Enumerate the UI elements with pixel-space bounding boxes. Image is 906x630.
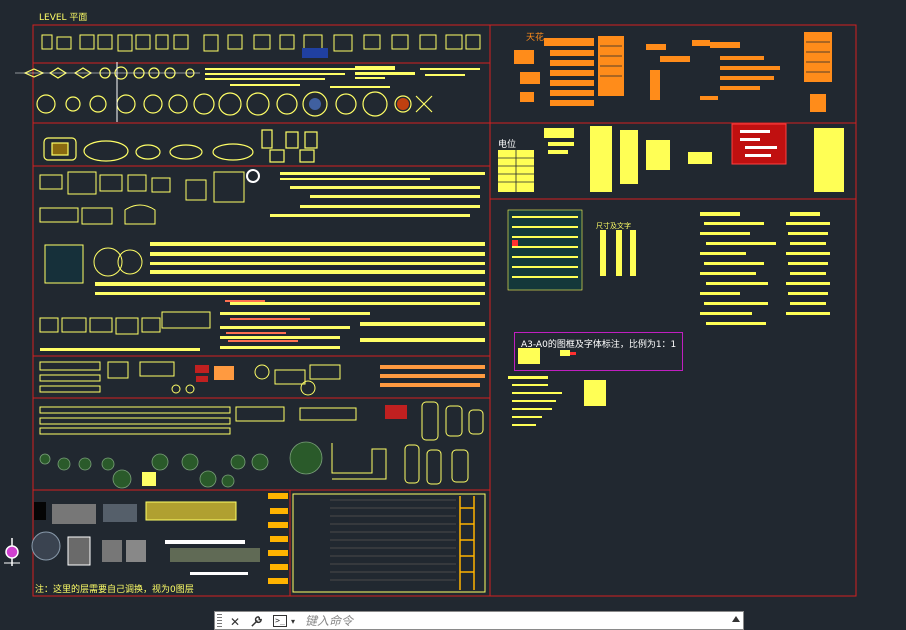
white-ring (246, 169, 260, 183)
command-prompt-icon[interactable]: >_ (273, 615, 287, 627)
round-table-fill (309, 98, 321, 110)
notes-text-columns (700, 212, 830, 325)
electrical-legend (498, 126, 844, 192)
ladder-symbol (459, 496, 475, 590)
level-title: LEVEL 平面 (39, 13, 88, 23)
command-input[interactable] (305, 613, 725, 629)
scale-note-text: A3-A0的图框及字体标注，比例为1：1 (521, 340, 677, 350)
dimensions-text-label: 尺寸及文字 (596, 222, 631, 230)
hatch-frame (292, 493, 486, 593)
chevron-down-icon[interactable]: ▾ (289, 613, 297, 630)
round-table-accent (397, 98, 409, 110)
plant-symbols (39, 441, 323, 489)
red-small-symbols (225, 300, 310, 342)
caret-up-icon[interactable] (732, 616, 740, 622)
hatch-lines (330, 499, 456, 581)
drag-handle[interactable] (217, 614, 222, 629)
electrical-section-label: 电位 (498, 140, 517, 150)
ceiling-section-label: 天花 (526, 33, 545, 43)
texture-swatches (31, 501, 260, 575)
small-symbol-rows (40, 172, 485, 351)
orange-figures (214, 365, 485, 387)
ceiling-legend (514, 32, 832, 112)
drawing-canvas[interactable] (0, 0, 906, 630)
blue-block (302, 48, 328, 58)
ucs-icon (4, 538, 20, 566)
sanitary-symbols (39, 401, 484, 485)
wrench-icon[interactable] (247, 613, 265, 630)
tile-legend-strips (205, 66, 480, 88)
dimension-text-table (600, 230, 636, 276)
furniture-elevation-symbols (41, 34, 481, 52)
command-line-bar[interactable]: ✕ >_ ▾ (214, 611, 744, 630)
layer-note-text: 注：这里的层需要自己调换，视为0图层 (35, 585, 194, 595)
schedule-red-cell (512, 240, 518, 246)
door-swing-symbols (268, 493, 288, 584)
dining-table-symbols (43, 129, 318, 163)
plant-marker (142, 472, 156, 486)
close-icon[interactable]: ✕ (227, 613, 243, 630)
appliance-symbols (39, 361, 341, 396)
